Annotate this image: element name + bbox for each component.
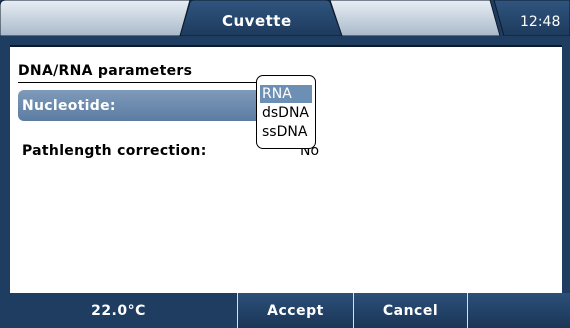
temperature-readout: 22.0°C [0,293,237,328]
accept-button[interactable]: Accept [237,293,353,328]
cancel-button[interactable]: Cancel [353,293,467,328]
clock-label: 12:48 [520,14,561,30]
option-rna[interactable]: RNA [260,85,312,103]
bottom-bar: 22.0°C Accept Cancel [0,293,570,328]
tab-cuvette[interactable]: Cuvette [222,12,292,30]
section-divider [18,82,258,83]
empty-softkey[interactable] [467,293,570,328]
option-dsdna[interactable]: dsDNA [260,104,312,122]
option-ssdna[interactable]: ssDNA [260,123,312,141]
nucleotide-label[interactable]: Nucleotide: [22,98,116,114]
device-screen: Cuvette 12:48 DNA/RNA parameters Nucleot… [0,0,570,328]
nucleotide-dropdown[interactable]: RNA dsDNA ssDNA [256,75,316,149]
pathlength-correction-label[interactable]: Pathlength correction: [22,143,207,159]
top-tab-bar: Cuvette 12:48 [0,0,570,43]
section-title: DNA/RNA parameters [18,63,193,79]
